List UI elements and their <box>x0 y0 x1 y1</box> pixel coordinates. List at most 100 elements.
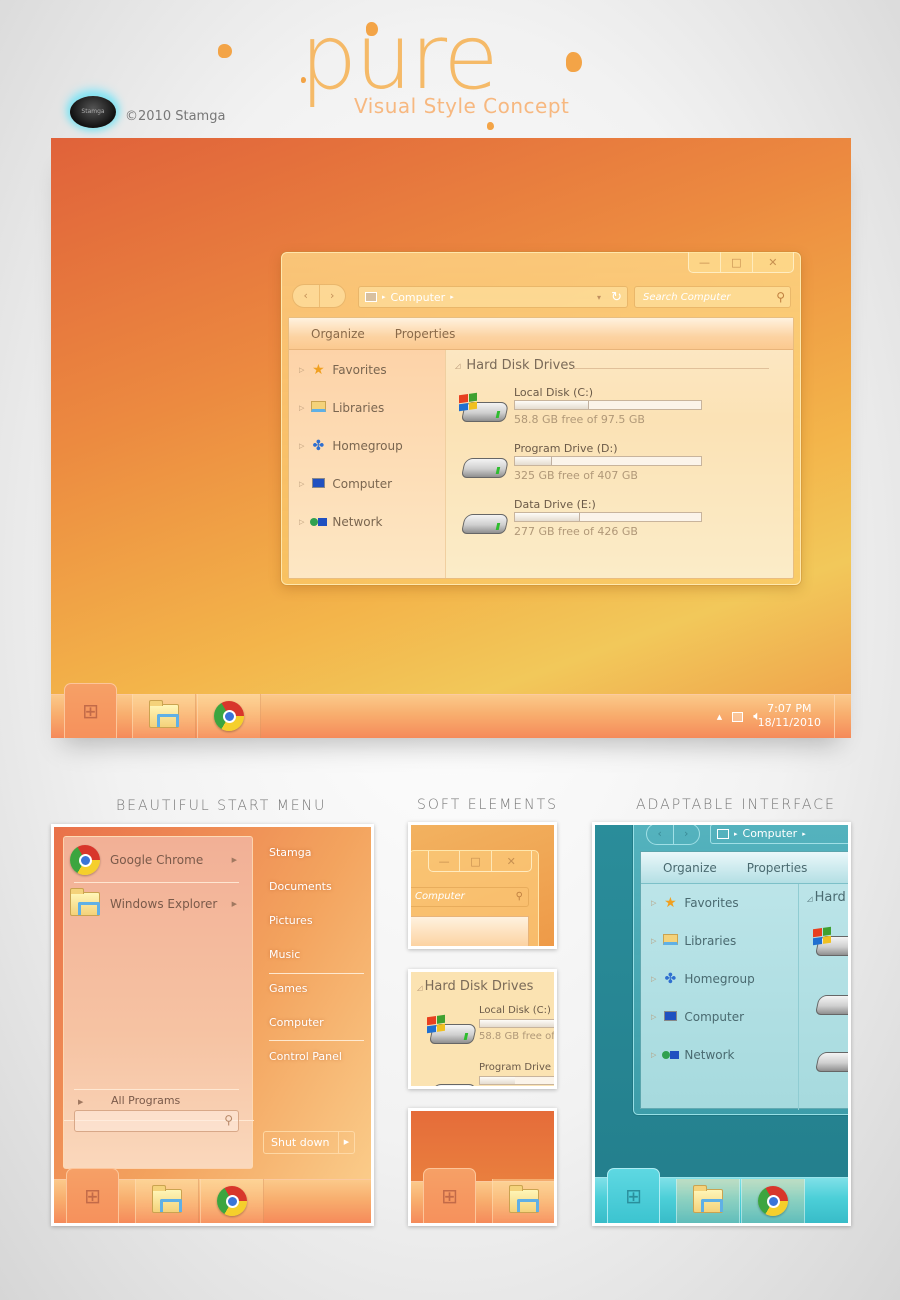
organize-button[interactable]: Organize <box>663 861 717 875</box>
chrome-icon <box>70 845 100 875</box>
nav-item-libraries[interactable]: ▷ Libraries <box>651 933 736 949</box>
taskbar-chrome[interactable] <box>200 1179 264 1223</box>
start-right-item[interactable]: Computer <box>269 1016 324 1029</box>
taskbar-chrome[interactable] <box>197 694 261 738</box>
expand-arrow-icon[interactable]: ▷ <box>651 1051 656 1059</box>
section-label-start-menu: BEAUTIFUL START MENU <box>116 798 327 814</box>
all-programs-button[interactable]: All Programs <box>111 1094 180 1107</box>
expand-arrow-icon[interactable]: ▷ <box>651 975 656 983</box>
chrome-icon <box>217 1186 247 1216</box>
search-icon[interactable]: ⚲ <box>776 290 785 304</box>
nav-item-homegroup[interactable]: ▷ ✤ Homegroup <box>651 971 755 987</box>
close-button[interactable]: ✕ <box>753 252 793 272</box>
start-button[interactable]: ⊞ <box>423 1168 476 1223</box>
maximize-button[interactable]: □ <box>460 851 492 871</box>
search-icon[interactable]: ⚲ <box>224 1113 233 1127</box>
shutdown-button[interactable]: Shut down ▶ <box>263 1131 355 1154</box>
minimize-button[interactable]: — <box>429 851 461 871</box>
hard-drive-icon <box>813 987 848 1015</box>
expand-arrow-icon[interactable]: ▷ <box>299 404 304 412</box>
nav-item-network[interactable]: ▷ Network <box>299 514 383 530</box>
drive-free-space: 58.8 GB free of 97.5 GB <box>514 413 645 426</box>
back-button[interactable]: ‹ <box>293 285 320 307</box>
section-header[interactable]: ◿ Hard Disk Drives <box>455 358 575 373</box>
back-button[interactable]: ‹ <box>647 825 674 844</box>
expand-arrow-icon[interactable]: ▷ <box>299 442 304 450</box>
close-button[interactable]: ✕ <box>492 851 531 871</box>
properties-button[interactable]: Properties <box>395 327 456 341</box>
organize-button[interactable]: Organize <box>311 327 365 341</box>
address-bar[interactable]: ▸ Computer ▸ ▾ ↻ <box>358 286 628 308</box>
nav-item-network[interactable]: ▷ Network <box>651 1047 735 1063</box>
expand-arrow-icon[interactable]: ▷ <box>651 937 656 945</box>
start-program-chrome[interactable]: Google Chrome ▶ <box>70 845 245 875</box>
clock[interactable]: 7:07 PM 18/11/2010 <box>758 702 821 730</box>
drive-item[interactable]: Program Drive (D:) 325 GB free of 407 GB <box>459 442 759 490</box>
drive-item[interactable]: Data Drive (E:) 277 GB free of 426 GB <box>459 498 759 546</box>
start-button[interactable]: ⊞ <box>607 1168 660 1223</box>
start-right-item[interactable]: Pictures <box>269 914 313 927</box>
drive-item[interactable]: Local Disk (C:) 58.8 GB free of 97.5 GB <box>459 386 759 434</box>
submenu-arrow-icon[interactable]: ▶ <box>232 856 237 864</box>
expand-arrow-icon[interactable]: ▷ <box>651 899 656 907</box>
collapse-arrow-icon[interactable]: ◿ <box>807 895 815 903</box>
taskbar-chrome[interactable] <box>741 1179 805 1223</box>
show-hidden-icons-button[interactable]: ▲ <box>717 713 722 721</box>
submenu-arrow-icon[interactable]: ▶ <box>232 900 237 908</box>
nav-item-libraries[interactable]: ▷ Libraries <box>299 400 384 416</box>
homegroup-icon: ✤ <box>664 971 677 987</box>
expand-arrow-icon[interactable]: ▷ <box>299 366 304 374</box>
collapse-arrow-icon[interactable]: ◿ <box>455 362 460 370</box>
expand-arrow-icon[interactable]: ▷ <box>299 518 304 526</box>
show-desktop-button[interactable] <box>834 695 851 738</box>
start-search-input[interactable]: ⚲ <box>74 1110 239 1132</box>
start-right-item[interactable]: Games <box>269 982 307 995</box>
nav-item-favorites[interactable]: ▷ ★ Favorites <box>299 362 387 378</box>
collapse-arrow-icon[interactable]: ◿ <box>417 984 425 992</box>
search-input[interactable]: Computer ⚲ <box>411 887 529 907</box>
forward-button[interactable]: › <box>674 825 700 844</box>
start-button[interactable]: ⊞ <box>64 683 117 738</box>
nav-item-computer[interactable]: ▷ Computer <box>299 476 392 492</box>
drive-name[interactable]: Local Disk (C:) <box>479 1005 551 1016</box>
explorer-folder-icon <box>152 1185 182 1213</box>
taskbar-explorer[interactable] <box>492 1179 554 1223</box>
expand-arrow-icon[interactable]: ▷ <box>299 480 304 488</box>
start-program-explorer[interactable]: Windows Explorer ▶ <box>70 888 245 916</box>
shutdown-options-arrow-icon[interactable]: ▶ <box>338 1132 354 1153</box>
breadcrumb-computer[interactable]: Computer <box>391 291 446 304</box>
search-icon[interactable]: ⚲ <box>516 888 523 906</box>
nav-item-homegroup[interactable]: ▷ ✤ Homegroup <box>299 438 403 454</box>
start-right-item[interactable]: Music <box>269 948 300 961</box>
logo-title: pure <box>300 5 499 110</box>
start-right-item[interactable]: Control Panel <box>269 1050 342 1063</box>
start-right-item[interactable]: Documents <box>269 880 332 893</box>
start-button[interactable]: ⊞ <box>66 1168 119 1223</box>
section-header[interactable]: ◿ Hard I <box>807 890 848 905</box>
system-drive-icon <box>427 1014 478 1044</box>
network-monitor-icon[interactable] <box>732 711 744 722</box>
taskbar-explorer[interactable] <box>135 1179 199 1223</box>
taskbar-explorer[interactable] <box>676 1179 740 1223</box>
minimize-button[interactable]: — <box>689 252 721 272</box>
drive-name[interactable]: Program Drive ( <box>479 1062 554 1073</box>
taskbar-explorer[interactable] <box>132 694 196 738</box>
section-header[interactable]: ◿ Hard Disk Drives <box>417 979 533 994</box>
section-label-adaptable: ADAPTABLE INTERFACE <box>636 797 836 813</box>
computer-icon <box>661 1009 679 1025</box>
all-programs-arrow-icon: ▶ <box>78 1098 84 1106</box>
windows-logo-icon: ⊞ <box>625 1184 642 1208</box>
forward-button[interactable]: › <box>320 285 346 307</box>
address-dropdown-icon[interactable]: ▾ <box>597 293 601 302</box>
expand-arrow-icon[interactable]: ▷ <box>651 1013 656 1021</box>
search-input[interactable]: Search Computer ⚲ <box>634 286 791 308</box>
nav-item-computer[interactable]: ▷ Computer <box>651 1009 744 1025</box>
properties-button[interactable]: Properties <box>747 861 808 875</box>
maximize-button[interactable]: □ <box>721 252 753 272</box>
breadcrumb-computer[interactable]: Computer <box>743 825 798 843</box>
decorative-blob <box>487 122 494 130</box>
start-right-item[interactable]: Stamga <box>269 846 311 859</box>
refresh-icon[interactable]: ↻ <box>611 290 622 305</box>
nav-item-favorites[interactable]: ▷ ★ Favorites <box>651 895 739 911</box>
address-bar[interactable]: ▸ Computer ▸ <box>710 825 848 844</box>
